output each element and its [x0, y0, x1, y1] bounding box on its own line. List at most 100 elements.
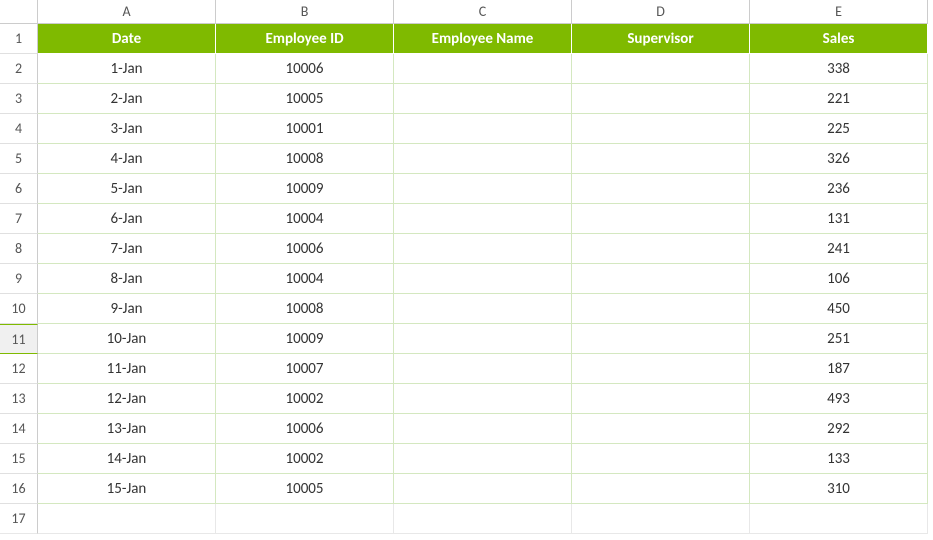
cell-E2[interactable]: 338 [750, 54, 928, 84]
cell-B9[interactable]: 10004 [216, 264, 394, 294]
cell-D12[interactable] [572, 354, 750, 384]
cell-A17[interactable] [38, 504, 216, 534]
cell-E3[interactable]: 221 [750, 84, 928, 114]
cell-D7[interactable] [572, 204, 750, 234]
row-head-6[interactable]: 6 [0, 174, 38, 204]
cell-B3[interactable]: 10005 [216, 84, 394, 114]
header-employee-name[interactable]: Employee Name [394, 24, 572, 54]
cell-E13[interactable]: 493 [750, 384, 928, 414]
cell-B15[interactable]: 10002 [216, 444, 394, 474]
cell-B8[interactable]: 10006 [216, 234, 394, 264]
col-head-A[interactable]: A [38, 0, 216, 24]
row-head-10[interactable]: 10 [0, 294, 38, 324]
cell-A3[interactable]: 2-Jan [38, 84, 216, 114]
cell-D15[interactable] [572, 444, 750, 474]
cell-E12[interactable]: 187 [750, 354, 928, 384]
cell-E15[interactable]: 133 [750, 444, 928, 474]
cell-A10[interactable]: 9-Jan [38, 294, 216, 324]
row-head-17[interactable]: 17 [0, 504, 38, 534]
cell-E6[interactable]: 236 [750, 174, 928, 204]
cell-E11[interactable]: 251 [750, 324, 928, 354]
cell-B7[interactable]: 10004 [216, 204, 394, 234]
cell-C17[interactable] [394, 504, 572, 534]
cell-C9[interactable] [394, 264, 572, 294]
select-all-corner[interactable] [0, 0, 38, 24]
cell-D5[interactable] [572, 144, 750, 174]
cell-D2[interactable] [572, 54, 750, 84]
cell-D13[interactable] [572, 384, 750, 414]
cell-B16[interactable]: 10005 [216, 474, 394, 504]
cell-B14[interactable]: 10006 [216, 414, 394, 444]
row-head-16[interactable]: 16 [0, 474, 38, 504]
cell-A12[interactable]: 11-Jan [38, 354, 216, 384]
cell-B6[interactable]: 10009 [216, 174, 394, 204]
cell-B12[interactable]: 10007 [216, 354, 394, 384]
cell-A11[interactable]: 10-Jan [38, 324, 216, 354]
cell-A16[interactable]: 15-Jan [38, 474, 216, 504]
cell-C14[interactable] [394, 414, 572, 444]
row-head-5[interactable]: 5 [0, 144, 38, 174]
cell-D11[interactable] [572, 324, 750, 354]
cell-D3[interactable] [572, 84, 750, 114]
cell-D4[interactable] [572, 114, 750, 144]
row-head-9[interactable]: 9 [0, 264, 38, 294]
row-head-8[interactable]: 8 [0, 234, 38, 264]
row-head-15[interactable]: 15 [0, 444, 38, 474]
cell-C7[interactable] [394, 204, 572, 234]
cell-A13[interactable]: 12-Jan [38, 384, 216, 414]
cell-E14[interactable]: 292 [750, 414, 928, 444]
cell-C16[interactable] [394, 474, 572, 504]
cell-C12[interactable] [394, 354, 572, 384]
cell-C10[interactable] [394, 294, 572, 324]
cell-A7[interactable]: 6-Jan [38, 204, 216, 234]
cell-C8[interactable] [394, 234, 572, 264]
spreadsheet-grid[interactable]: A B C D E 1 Date Employee ID Employee Na… [0, 0, 933, 534]
cell-C5[interactable] [394, 144, 572, 174]
cell-E17[interactable] [750, 504, 928, 534]
cell-D16[interactable] [572, 474, 750, 504]
cell-B2[interactable]: 10006 [216, 54, 394, 84]
col-head-C[interactable]: C [394, 0, 572, 24]
row-head-2[interactable]: 2 [0, 54, 38, 84]
cell-C4[interactable] [394, 114, 572, 144]
header-sales[interactable]: Sales [750, 24, 928, 54]
cell-C6[interactable] [394, 174, 572, 204]
cell-E10[interactable]: 450 [750, 294, 928, 324]
cell-C11[interactable] [394, 324, 572, 354]
row-head-3[interactable]: 3 [0, 84, 38, 114]
cell-D8[interactable] [572, 234, 750, 264]
col-head-E[interactable]: E [750, 0, 928, 24]
cell-D10[interactable] [572, 294, 750, 324]
cell-C15[interactable] [394, 444, 572, 474]
row-head-12[interactable]: 12 [0, 354, 38, 384]
cell-E16[interactable]: 310 [750, 474, 928, 504]
cell-B5[interactable]: 10008 [216, 144, 394, 174]
cell-C3[interactable] [394, 84, 572, 114]
cell-A6[interactable]: 5-Jan [38, 174, 216, 204]
cell-E8[interactable]: 241 [750, 234, 928, 264]
cell-B11[interactable]: 10009 [216, 324, 394, 354]
row-head-13[interactable]: 13 [0, 384, 38, 414]
header-date[interactable]: Date [38, 24, 216, 54]
cell-B13[interactable]: 10002 [216, 384, 394, 414]
row-head-14[interactable]: 14 [0, 414, 38, 444]
cell-C13[interactable] [394, 384, 572, 414]
cell-A15[interactable]: 14-Jan [38, 444, 216, 474]
cell-E4[interactable]: 225 [750, 114, 928, 144]
cell-A8[interactable]: 7-Jan [38, 234, 216, 264]
cell-C2[interactable] [394, 54, 572, 84]
col-head-B[interactable]: B [216, 0, 394, 24]
row-head-1[interactable]: 1 [0, 24, 38, 54]
header-supervisor[interactable]: Supervisor [572, 24, 750, 54]
cell-E9[interactable]: 106 [750, 264, 928, 294]
cell-A2[interactable]: 1-Jan [38, 54, 216, 84]
row-head-11[interactable]: 11 [0, 324, 38, 354]
row-head-4[interactable]: 4 [0, 114, 38, 144]
cell-E5[interactable]: 326 [750, 144, 928, 174]
cell-A14[interactable]: 13-Jan [38, 414, 216, 444]
cell-A5[interactable]: 4-Jan [38, 144, 216, 174]
cell-D17[interactable] [572, 504, 750, 534]
cell-E7[interactable]: 131 [750, 204, 928, 234]
cell-B4[interactable]: 10001 [216, 114, 394, 144]
cell-B10[interactable]: 10008 [216, 294, 394, 324]
